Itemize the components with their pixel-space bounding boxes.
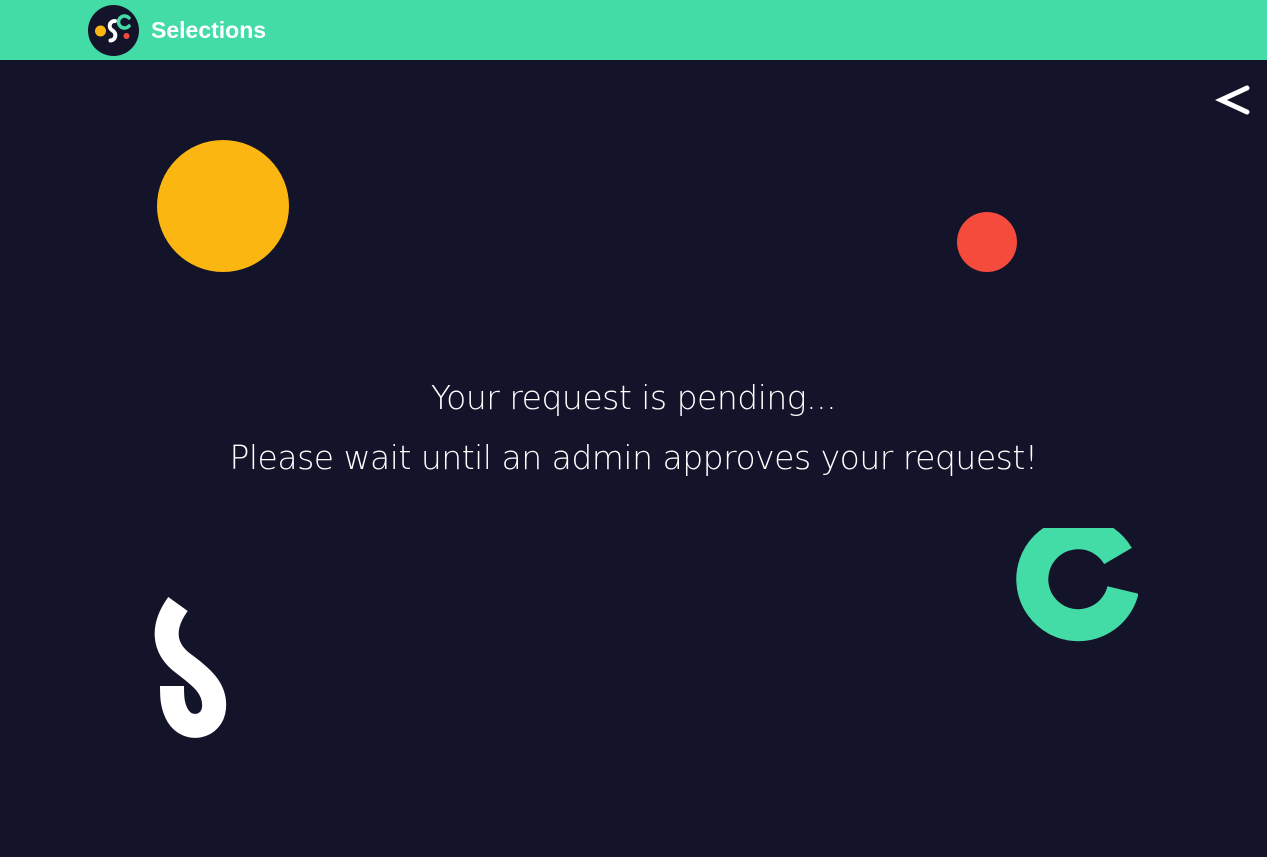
back-button[interactable] <box>1214 82 1252 120</box>
yellow-circle-decoration <box>157 140 289 272</box>
top-bar: Selections <box>0 0 1267 60</box>
s-shape-decoration <box>148 596 240 744</box>
pending-message: Please wait until an admin approves your… <box>229 438 1038 477</box>
osc-logo-icon[interactable] <box>88 5 139 56</box>
c-shape-decoration <box>1016 517 1139 650</box>
pending-title: Your request is pending... <box>430 378 837 417</box>
chevron-left-icon <box>1215 85 1250 115</box>
app-title: Selections <box>151 17 267 43</box>
red-circle-decoration <box>957 212 1017 272</box>
